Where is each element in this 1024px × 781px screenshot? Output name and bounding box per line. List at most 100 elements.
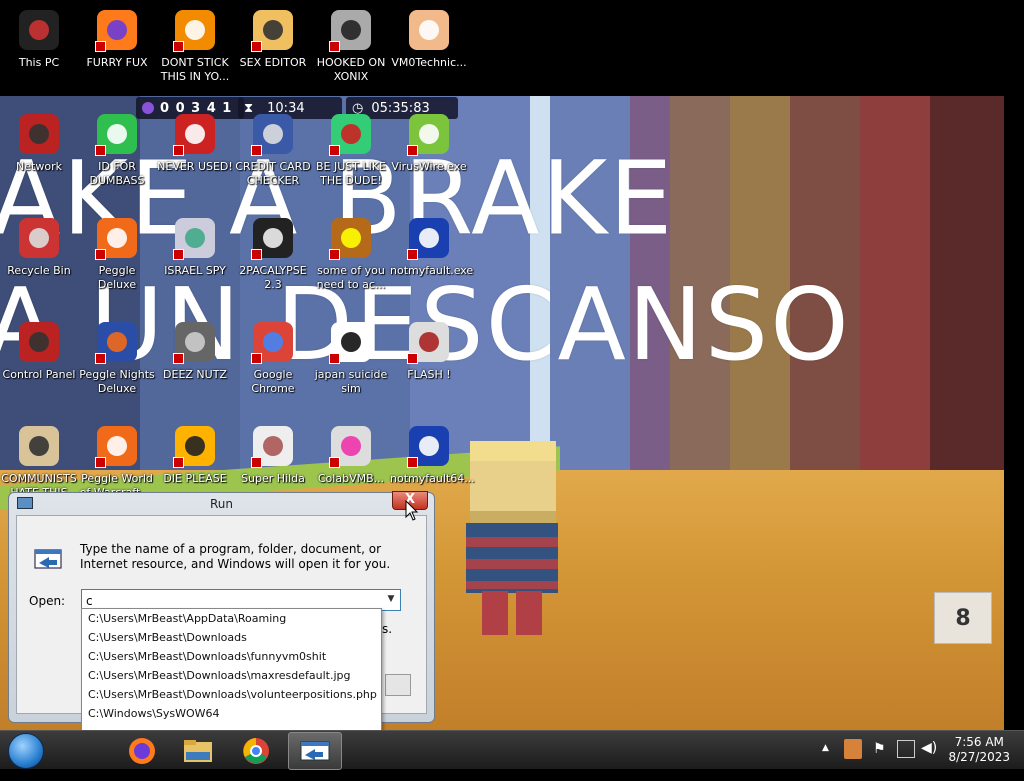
desktop-icon[interactable]: notmyfault.exe	[390, 208, 474, 278]
mouse-cursor-icon	[405, 500, 419, 521]
autocomplete-option[interactable]: C:\Users\MrBeast\AppData\Roaming	[82, 609, 381, 628]
desktop-icon-label: notmyfault.exe	[390, 264, 474, 277]
taskbar-clock[interactable]: 7:56 AM 8/27/2023	[948, 735, 1010, 765]
desktop-icon-label: Peggle Deluxe	[97, 264, 137, 291]
desktop-icon[interactable]: SEX EDITOR	[234, 0, 312, 70]
desktop-icon[interactable]: notmyfault64...	[390, 416, 475, 486]
peggle-icon	[93, 214, 141, 262]
shortcut-arrow-icon	[329, 457, 340, 468]
spy-icon	[171, 214, 219, 262]
tray-app-icon[interactable]	[844, 739, 862, 759]
desktop-icon-label: 2PACALYPSE 2.3	[239, 264, 307, 291]
network-tray-icon[interactable]	[897, 740, 915, 758]
clock-time: 7:56 AM	[954, 735, 1004, 749]
volume-icon[interactable]: ◀)	[921, 740, 937, 778]
shortcut-arrow-icon	[251, 249, 262, 260]
run-program-icon	[34, 549, 62, 569]
shortcut-arrow-icon	[251, 41, 262, 52]
desktop-icon-label: Recycle Bin	[7, 264, 71, 277]
autocomplete-option[interactable]: C:\Users\MrBeast\Downloads\funnyvm0shit	[82, 647, 381, 666]
desktop-icon[interactable]: Peggle World of Warcraft ...	[78, 416, 156, 500]
desktop-icon[interactable]: DEEZ NUTZ	[156, 312, 234, 382]
desktop-icon[interactable]: ID FOR DUMBASS	[78, 104, 156, 188]
desktop-icon[interactable]: HOOKED ON XONIX	[312, 0, 390, 84]
anime-icon	[327, 318, 375, 366]
desktop-icon-label: VM0Technic...	[391, 56, 467, 69]
desktop-icon-label: Control Panel	[2, 368, 76, 381]
desktop-icon[interactable]: FLASH !	[390, 312, 468, 382]
shortcut-arrow-icon	[251, 457, 262, 468]
desktop-icon[interactable]: BE JUST LIKE THE DUDE!	[312, 104, 390, 188]
desktop-icon[interactable]: FURRY FUX	[78, 0, 156, 70]
hxd-icon	[249, 6, 297, 54]
chrome-icon	[249, 318, 297, 366]
desktop-icon[interactable]: 2PACALYPSE 2.3	[234, 208, 312, 292]
shortcut-arrow-icon	[407, 249, 418, 260]
shortcut-arrow-icon	[407, 145, 418, 156]
shortcut-arrow-icon	[329, 41, 340, 52]
recycle-bin-icon	[15, 214, 63, 262]
run-description: Type the name of a program, folder, docu…	[80, 542, 391, 571]
firefox-icon	[129, 738, 155, 764]
autocomplete-dropdown: C:\Users\MrBeast\AppData\Roaming C:\User…	[81, 608, 382, 744]
desktop-icon-label: FURRY FUX	[86, 56, 148, 69]
desktop-icon[interactable]: VM0Technic...	[390, 0, 468, 70]
chrome-icon	[243, 738, 269, 764]
shortcut-arrow-icon	[95, 41, 106, 52]
desktop-icon-label: DIE PLEASE	[163, 472, 227, 485]
desktop-icon[interactable]: some of you need to ac...	[312, 208, 390, 292]
this-pc-icon	[15, 6, 63, 54]
desktop-icon-label: VirusWire.exe	[391, 160, 467, 173]
desktop-icon[interactable]: NEVER USED!	[156, 104, 234, 174]
autocomplete-option[interactable]: C:\Users\MrBeast\Downloads\maxresdefault…	[82, 666, 381, 685]
desktop-icon[interactable]: japan suicide sim	[312, 312, 390, 396]
start-button[interactable]	[8, 733, 44, 769]
desktop-icon[interactable]: Peggle Nights Deluxe	[78, 312, 156, 396]
browse-button[interactable]	[385, 674, 411, 696]
network-icon	[15, 110, 63, 158]
taskbar-chrome[interactable]	[230, 732, 282, 768]
desktop-icon[interactable]: ColabVMB...	[312, 416, 390, 486]
autocomplete-option[interactable]: C:\Windows\SysWOW64	[82, 704, 381, 723]
card-icon	[249, 110, 297, 158]
desktop-icon-label: ID FOR DUMBASS	[89, 160, 145, 187]
desktop-icon[interactable]: DIE PLEASE	[156, 416, 234, 486]
desktop-icon[interactable]: ISRAEL SPY	[156, 208, 234, 278]
shortcut-arrow-icon	[251, 145, 262, 156]
xonix-icon	[327, 6, 375, 54]
monitor-icon	[327, 422, 375, 470]
desktop-icon-label: SEX EDITOR	[239, 56, 307, 69]
taskbar-firefox[interactable]	[116, 732, 168, 768]
desktop-icon[interactable]: This PC	[0, 0, 78, 70]
run-dialog-titlebar[interactable]: Run X	[9, 491, 434, 515]
desktop-icon[interactable]: Recycle Bin	[0, 208, 78, 278]
terminal-icon	[249, 214, 297, 262]
doctor-icon	[405, 6, 453, 54]
desktop-icon-label: ColabVMB...	[317, 472, 385, 485]
flag-icon[interactable]: ⚑	[873, 741, 886, 779]
taskbar-run[interactable]	[288, 732, 342, 770]
desktop-icon-label: Google Chrome	[251, 368, 295, 395]
windows-stack-icon	[171, 318, 219, 366]
desktop-icon[interactable]: Super Hilda	[234, 416, 312, 486]
desktop-icon[interactable]: Control Panel	[0, 312, 78, 382]
taskbar-explorer[interactable]	[172, 732, 224, 768]
desktop-icon[interactable]: Network	[0, 104, 78, 174]
desktop-icon[interactable]: Google Chrome	[234, 312, 312, 396]
game-level-number: 8	[934, 592, 992, 644]
desktop-icon-label: DEEZ NUTZ	[163, 368, 227, 381]
run-dialog-title: Run	[209, 497, 233, 511]
vlc-icon	[171, 6, 219, 54]
desktop-icon[interactable]: DONT STICK THIS IN YO...	[156, 0, 234, 84]
shortcut-arrow-icon	[329, 353, 340, 364]
autocomplete-option[interactable]: C:\Users\MrBeast\Downloads\volunteerposi…	[82, 685, 381, 704]
desktop-icon[interactable]: Peggle Deluxe	[78, 208, 156, 292]
desktop-icon[interactable]: CREDIT CARD CHECKER	[234, 104, 312, 188]
desktop-icon-label: FLASH !	[407, 368, 451, 381]
chevron-down-icon[interactable]: ▼	[384, 592, 398, 606]
shortcut-arrow-icon	[173, 353, 184, 364]
autocomplete-option[interactable]: C:\Users\MrBeast\Downloads	[82, 628, 381, 647]
desktop-icon[interactable]: VirusWire.exe	[390, 104, 468, 174]
desktop-icon-label: This PC	[18, 56, 60, 69]
tray-expand-icon[interactable]: ▲	[822, 743, 829, 781]
